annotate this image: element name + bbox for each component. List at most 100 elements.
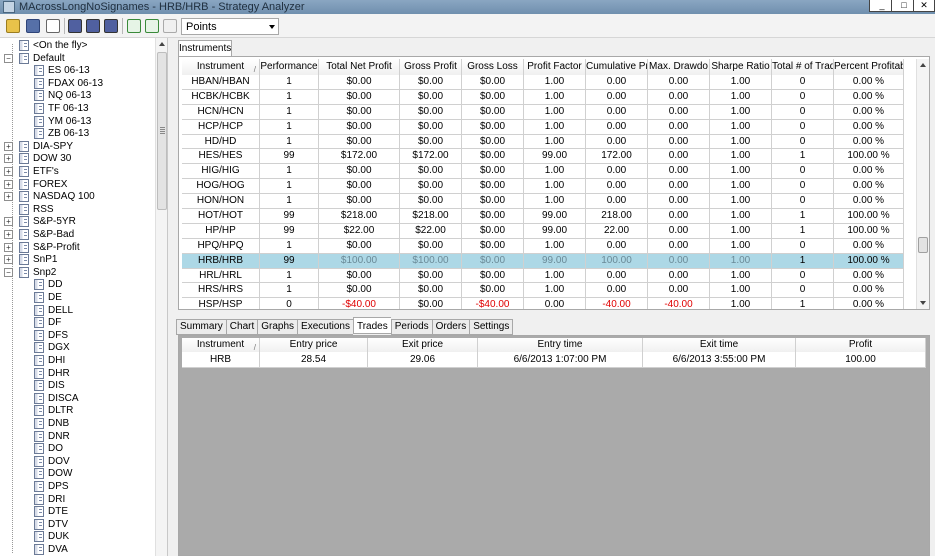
column-header[interactable]: Total Net Profit: [319, 59, 400, 75]
table-row[interactable]: HCP/HCP 1 $0.00 $0.00 $0.00 1.00 0.00 0.00 1.00 0…: [182, 119, 904, 135]
column-header[interactable]: Entry time: [478, 338, 643, 352]
tab-settings[interactable]: Settings: [469, 319, 514, 335]
tree-item[interactable]: DF: [0, 316, 154, 329]
tree-item[interactable]: DNR: [0, 430, 154, 443]
column-header[interactable]: Profit: [796, 338, 926, 352]
table-row[interactable]: HCN/HCN 1 $0.00 $0.00 $0.00 1.00 0.00 0.00 1.00 0…: [182, 104, 904, 120]
tab-instruments[interactable]: Instruments: [178, 40, 232, 56]
tree-item[interactable]: DVA: [0, 543, 154, 556]
column-header[interactable]: Cumulative Pr: [586, 59, 648, 75]
column-header[interactable]: Gross Loss: [462, 59, 524, 75]
expand-icon[interactable]: +: [4, 217, 13, 227]
table-row[interactable]: HOT/HOT 99 $218.00 $218.00 $0.00 99.00 218.00 0…: [182, 209, 904, 224]
tree-item[interactable]: DO: [0, 442, 154, 455]
tree-item[interactable]: + DOW 30: [0, 152, 154, 165]
column-header[interactable]: Gross Profit: [400, 59, 462, 75]
table-row[interactable]: HRS/HRS 1 $0.00 $0.00 $0.00 1.00 0.00 0.00 1.00 0…: [182, 283, 904, 299]
tree-item[interactable]: − Default: [0, 52, 154, 65]
tab-executions[interactable]: Executions: [297, 319, 353, 335]
column-header[interactable]: Instrument /: [182, 338, 260, 352]
tree-scroll-thumb[interactable]: [157, 52, 167, 210]
tree-item[interactable]: DTE: [0, 505, 154, 518]
column-header[interactable]: Instrument /: [182, 59, 260, 75]
expand-icon[interactable]: +: [4, 167, 13, 176]
grid-scroll-thumb[interactable]: [918, 237, 928, 253]
collapse-icon[interactable]: −: [4, 53, 13, 63]
table-row[interactable]: HP/HP 99 $22.00 $22.00 $0.00 99.00 22.00 0.00 1.…: [182, 223, 904, 239]
remove-icon[interactable]: [163, 19, 177, 33]
column-header[interactable]: Max. Drawdo: [648, 59, 710, 75]
tab-graphs[interactable]: Graphs: [257, 319, 298, 335]
table-row[interactable]: HSP/HSP 0 -$40.00 $0.00 -$40.00 0.00 -40.00 -40…: [182, 298, 904, 309]
tree-item[interactable]: DNB: [0, 417, 154, 430]
backtest-icon[interactable]: [68, 19, 82, 33]
display-unit-select[interactable]: Points: [181, 18, 279, 35]
column-header[interactable]: Total # of Trad: [772, 59, 834, 75]
optimize-icon[interactable]: [86, 19, 100, 33]
close-button[interactable]: ✕: [913, 0, 935, 12]
expand-icon[interactable]: +: [4, 230, 13, 239]
tree-item[interactable]: DRI: [0, 493, 154, 506]
tree-item[interactable]: + FOREX: [0, 178, 154, 191]
table-row[interactable]: HOG/HOG 1 $0.00 $0.00 $0.00 1.00 0.00 0.00 1.00 0…: [182, 179, 904, 195]
instrument-list-tree[interactable]: <On the fly> − Default ES 06-13 FDAX 06-13 NQ…: [0, 38, 168, 556]
column-header[interactable]: Exit price: [368, 338, 478, 352]
tree-item[interactable]: DE: [0, 291, 154, 304]
tree-scrollbar[interactable]: [155, 38, 167, 556]
expand-icon[interactable]: +: [4, 242, 13, 252]
table-row[interactable]: HON/HON 1 $0.00 $0.00 $0.00 1.00 0.00 0.00 1.00 0…: [182, 194, 904, 210]
tree-item[interactable]: RSS: [0, 203, 154, 216]
tree-item[interactable]: DHR: [0, 367, 154, 380]
tree-item[interactable]: DISCA: [0, 392, 154, 405]
table-row[interactable]: HD/HD 1 $0.00 $0.00 $0.00 1.00 0.00 0.00 1.00 0 0.…: [182, 134, 904, 150]
table-row[interactable]: HES/HES 99 $172.00 $172.00 $0.00 99.00 172.00 0…: [182, 149, 904, 165]
column-header[interactable]: Profit Factor: [524, 59, 586, 75]
tree-item[interactable]: TF 06-13: [0, 102, 154, 115]
tree-item[interactable]: DELL: [0, 304, 154, 317]
tree-item[interactable]: DPS: [0, 480, 154, 493]
add-icon[interactable]: [127, 19, 141, 33]
open-icon[interactable]: [6, 19, 20, 33]
tab-chart[interactable]: Chart: [225, 319, 258, 335]
table-row[interactable]: HBAN/HBAN 1 $0.00 $0.00 $0.00 1.00 0.00 0.00 1.0…: [182, 75, 904, 90]
tree-item[interactable]: + SnP1: [0, 253, 154, 266]
tree-item[interactable]: DTV: [0, 518, 154, 531]
tree-item[interactable]: <On the fly>: [0, 39, 154, 52]
tree-item[interactable]: ZB 06-13: [0, 127, 154, 140]
grid-scrollbar[interactable]: [916, 59, 929, 309]
tree-item[interactable]: + S&P-Bad: [0, 228, 154, 241]
tree-item[interactable]: + S&P-Profit: [0, 241, 154, 254]
expand-icon[interactable]: +: [4, 255, 13, 265]
table-row[interactable]: HRL/HRL 1 $0.00 $0.00 $0.00 1.00 0.00 0.00 1.00 0…: [182, 268, 904, 284]
expand-icon[interactable]: +: [4, 141, 13, 151]
column-header[interactable]: Exit time: [643, 338, 796, 352]
tree-item[interactable]: DLTR: [0, 404, 154, 417]
tab-periods[interactable]: Periods: [390, 319, 432, 335]
table-row[interactable]: HCBK/HCBK 1 $0.00 $0.00 $0.00 1.00 0.00 0.00 1.0…: [182, 89, 904, 105]
tree-item[interactable]: + ETF's: [0, 165, 154, 178]
save-icon[interactable]: [26, 19, 40, 33]
scroll-up-icon[interactable]: [159, 42, 165, 46]
table-row[interactable]: HIG/HIG 1 $0.00 $0.00 $0.00 1.00 0.00 0.00 1.00 0…: [182, 164, 904, 180]
tree-item[interactable]: ES 06-13: [0, 64, 154, 77]
tree-item[interactable]: FDAX 06-13: [0, 77, 154, 90]
tree-item[interactable]: DFS: [0, 329, 154, 342]
column-header[interactable]: Performance: [260, 59, 319, 75]
tree-item[interactable]: − Snp2: [0, 266, 154, 279]
tree-item[interactable]: + DIA-SPY: [0, 140, 154, 153]
tree-item[interactable]: + NASDAQ 100: [0, 190, 154, 203]
chat-icon[interactable]: [46, 19, 60, 33]
walkforward-icon[interactable]: [104, 19, 118, 33]
scroll-down-icon[interactable]: [920, 301, 926, 305]
expand-icon[interactable]: +: [4, 179, 13, 189]
expand-icon[interactable]: +: [4, 192, 13, 202]
table-row[interactable]: HRB 28.54 29.06 6/6/2013 1:07:00 PM 6/6/2013…: [182, 352, 926, 368]
tree-item[interactable]: DIS: [0, 379, 154, 392]
table-row[interactable]: HRB/HRB 99 $100.00 $100.00 $0.00 99.00 100.00 0…: [182, 253, 904, 269]
edit-icon[interactable]: [145, 19, 159, 33]
table-row[interactable]: HPQ/HPQ 1 $0.00 $0.00 $0.00 1.00 0.00 0.00 1.00 0…: [182, 238, 904, 254]
tree-item[interactable]: + S&P-5YR: [0, 215, 154, 228]
scroll-up-icon[interactable]: [920, 63, 926, 67]
tree-item[interactable]: DHI: [0, 354, 154, 367]
tree-item[interactable]: DOW: [0, 467, 154, 480]
